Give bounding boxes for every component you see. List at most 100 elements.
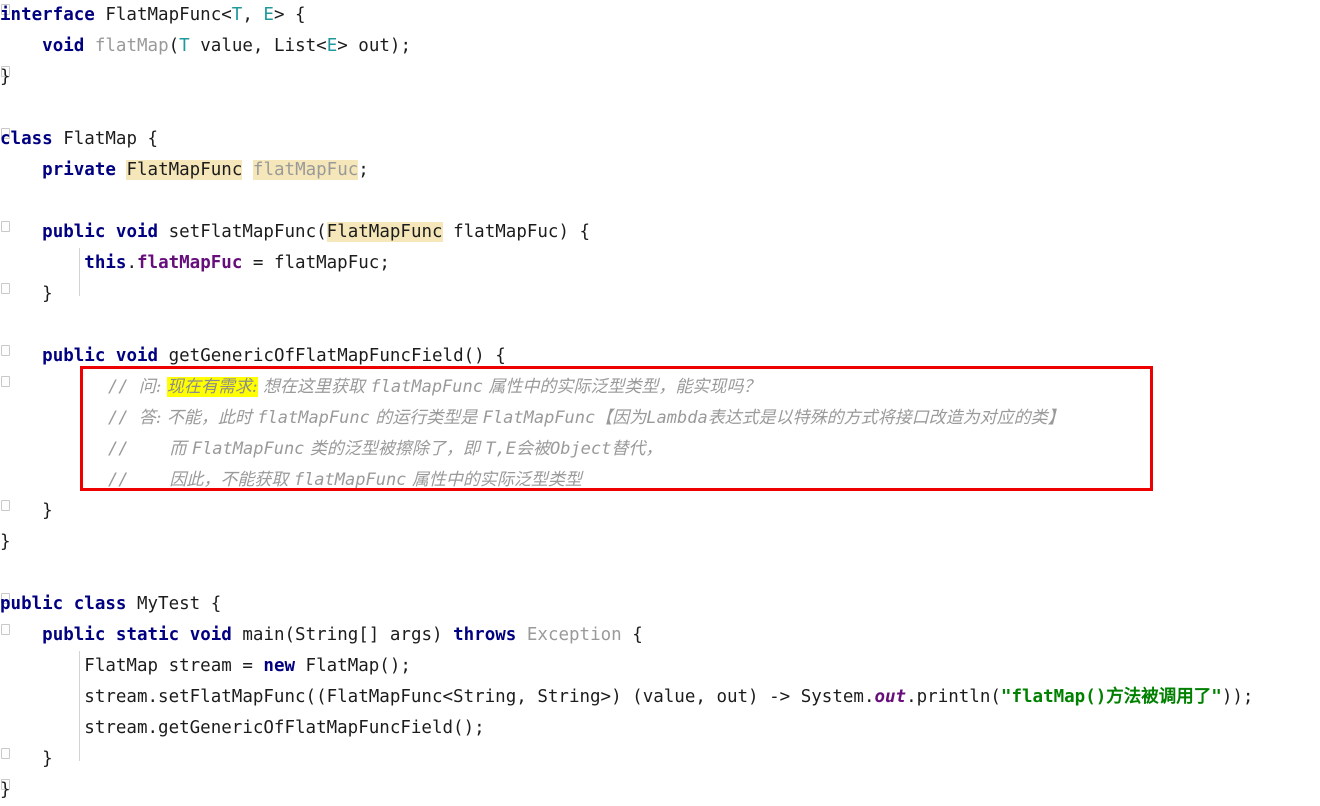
code-token: interface: [0, 5, 95, 25]
code-line[interactable]: public void setFlatMapFunc(FlatMapFunc f…: [0, 217, 590, 248]
code-token: public: [0, 594, 64, 614]
code-token: .: [126, 253, 137, 273]
code-token: "flatMap()方法被调用了": [1000, 687, 1222, 707]
code-line[interactable]: class FlatMap {: [0, 124, 158, 155]
code-line[interactable]: public class MyTest {: [0, 589, 221, 620]
comment-segment: Object: [549, 439, 612, 459]
comment-line[interactable]: // 因此，不能获取 flatMapFunc 属性中的实际泛型类型: [108, 465, 582, 496]
comment-line[interactable]: // 而 FlatMapFunc 类的泛型被擦除了，即 T,E会被Object替…: [108, 434, 662, 465]
code-line[interactable]: }: [0, 527, 11, 558]
code-token: }: [0, 67, 11, 87]
comment-segment: 表达式是以特殊的方式将接口改造为对应的类】: [707, 408, 1065, 428]
code-token: FlatMap {: [52, 129, 159, 149]
code-token: E: [263, 5, 274, 25]
comment-segment: 因此，不能获取: [169, 470, 294, 490]
code-editor[interactable]: interface FlatMapFunc<T, E> { void flatM…: [0, 0, 1320, 804]
code-token: public: [42, 625, 106, 645]
code-fold-icon[interactable]: [1, 376, 10, 387]
comment-segment: 答: 不能，此时: [138, 408, 258, 428]
comment-segment: FlatMapFunc: [482, 408, 596, 428]
code-token: class: [0, 129, 53, 149]
comment-segment: //: [108, 439, 170, 459]
code-token: ));: [1221, 687, 1254, 707]
code-token: stream.setFlatMapFunc((FlatMapFunc<Strin…: [0, 687, 875, 707]
code-line[interactable]: stream.getGenericOfFlatMapFuncField();: [0, 713, 485, 744]
code-line[interactable]: this.flatMapFuc = flatMapFuc;: [0, 248, 390, 279]
comment-segment: 类的泛型被擦除了，即: [304, 439, 486, 459]
code-token: public: [42, 346, 106, 366]
code-line[interactable]: }: [0, 279, 53, 310]
comment-line[interactable]: // 问: 现在有需求: 想在这里获取 flatMapFunc 属性中的实际泛型…: [108, 372, 760, 403]
code-token: T: [231, 5, 243, 25]
code-token: Exception: [526, 625, 622, 645]
code-token: flatMapFuc: [252, 160, 359, 180]
code-token: throws: [453, 625, 517, 645]
code-line[interactable]: private FlatMapFunc flatMapFuc;: [0, 155, 369, 186]
code-token: (: [168, 36, 180, 56]
comment-segment: Lambda: [646, 408, 708, 428]
code-line[interactable]: public void getGenericOfFlatMapFuncField…: [0, 341, 506, 372]
code-line[interactable]: }: [0, 62, 11, 93]
code-token: = flatMapFuc;: [242, 253, 390, 273]
code-token: FlatMap();: [295, 656, 411, 676]
code-token: static: [115, 625, 180, 645]
code-token: {: [621, 625, 643, 645]
code-line[interactable]: }: [0, 744, 53, 775]
code-token: flatMapFuc) {: [442, 222, 591, 242]
code-token: T: [179, 36, 190, 56]
comment-segment: 的运行类型是: [369, 408, 483, 428]
code-line[interactable]: FlatMap stream = new FlatMap();: [0, 651, 411, 682]
code-token: }: [0, 284, 53, 304]
code-line[interactable]: }: [0, 775, 11, 806]
code-token: class: [73, 594, 127, 614]
comment-segment: FlatMapFunc: [191, 439, 305, 459]
code-line[interactable]: stream.setFlatMapFunc((FlatMapFunc<Strin…: [0, 682, 1253, 713]
comment-segment: //: [108, 377, 139, 397]
code-line[interactable]: void flatMap(T value, List<E> out);: [0, 31, 411, 62]
code-token: void: [115, 346, 159, 366]
code-token: ,: [242, 5, 264, 25]
code-token: E: [326, 36, 338, 56]
comment-segment: flatMapFunc: [293, 470, 407, 490]
comment-segment: 属性中的实际泛型类型，能实现吗？: [483, 377, 761, 397]
code-token: this: [84, 253, 127, 273]
code-token: }: [0, 749, 53, 769]
code-token: }: [0, 501, 53, 521]
code-token: stream.getGenericOfFlatMapFuncField();: [0, 718, 485, 738]
code-token: }: [0, 780, 11, 800]
code-line[interactable]: }: [0, 496, 53, 527]
code-token: public: [42, 222, 106, 242]
comment-segment: 会被: [515, 439, 550, 459]
code-token: private: [42, 160, 116, 180]
code-line[interactable]: interface FlatMapFunc<T, E> {: [0, 0, 306, 31]
code-token: }: [0, 532, 11, 552]
code-token: setFlatMapFunc(: [158, 222, 327, 242]
code-token: MyTest {: [126, 594, 222, 614]
code-token: ;: [358, 160, 369, 180]
code-token: flatMap: [94, 36, 169, 56]
code-line[interactable]: public static void main(String[] args) t…: [0, 620, 643, 651]
code-token: FlatMapFunc<: [94, 5, 232, 25]
comment-segment: 【因为: [595, 408, 647, 428]
comment-segment: //: [108, 470, 170, 490]
code-token: FlatMapFunc: [326, 222, 443, 242]
comment-segment: T,E: [485, 439, 516, 459]
code-token: void: [42, 36, 85, 56]
comment-segment: 属性中的实际泛型类型: [406, 470, 582, 490]
comment-line[interactable]: // 答: 不能，此时 flatMapFunc 的运行类型是 FlatMapFu…: [108, 403, 1065, 434]
code-token: FlatMapFunc: [126, 160, 243, 180]
code-token: new: [263, 656, 296, 676]
